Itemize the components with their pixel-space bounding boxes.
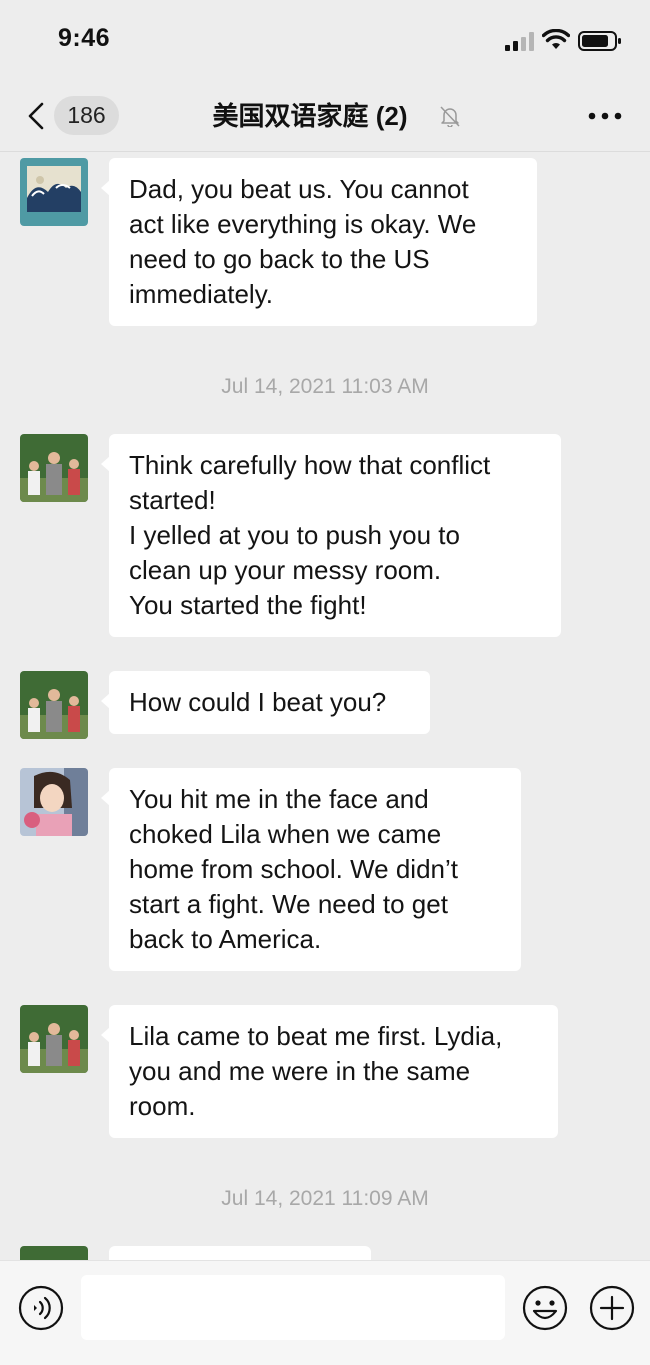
message-line: back to America. xyxy=(129,924,322,954)
bell-slash-icon xyxy=(440,106,460,127)
avatar[interactable] xyxy=(20,434,88,502)
message-line: act like everything is okay. We xyxy=(129,209,477,239)
unread-count-badge[interactable]: 186 xyxy=(54,96,119,135)
message-bubble[interactable]: How could I beat you? xyxy=(101,671,430,734)
message-line: I yelled at you to push you to xyxy=(129,520,460,550)
avatar[interactable] xyxy=(20,671,88,739)
message-line: You started the fight! xyxy=(129,590,367,620)
message-line: Dad, you beat us. You cannot xyxy=(129,174,469,204)
message-input[interactable] xyxy=(81,1275,505,1340)
chevron-left-icon[interactable] xyxy=(26,101,46,131)
message-line: home from school. We didn’t xyxy=(129,854,458,884)
message-line: immediately. xyxy=(129,279,274,309)
avatar[interactable] xyxy=(20,1246,88,1260)
message-bubble[interactable]: Lila came to beat me first. Lydia, you a… xyxy=(101,1005,558,1138)
plus-circle-icon[interactable] xyxy=(589,1285,635,1331)
chat-header: 186 美国双语家庭 (2) xyxy=(0,80,650,152)
message-line: clean up your messy room. xyxy=(129,555,442,585)
message-line: started! xyxy=(129,485,216,515)
message-line: you and me were in the same xyxy=(129,1056,471,1086)
voice-icon[interactable] xyxy=(18,1285,64,1331)
ellipsis-icon[interactable] xyxy=(588,112,622,120)
avatar[interactable] xyxy=(20,158,88,226)
message-line: Think carefully how that conflict xyxy=(129,450,491,480)
message-line: need to go back to the US xyxy=(129,244,430,274)
timestamp: Jul 14, 2021 11:09 AM xyxy=(221,1187,429,1210)
wifi-icon xyxy=(542,29,570,49)
message-bubble[interactable] xyxy=(109,1246,371,1260)
avatar[interactable] xyxy=(20,768,88,836)
message-line: choked Lila when we came xyxy=(129,819,442,849)
emoji-icon[interactable] xyxy=(522,1285,568,1331)
message-line: room. xyxy=(129,1091,196,1121)
avatar[interactable] xyxy=(20,1005,88,1073)
chat-input-bar xyxy=(0,1260,650,1365)
message-bubble[interactable]: Dad, you beat us. You cannot act like ev… xyxy=(101,158,537,326)
status-time: 9:46 xyxy=(58,24,111,52)
message-line: start a fight. We need to get xyxy=(129,889,448,919)
message-bubble[interactable]: You hit me in the face and choked Lila w… xyxy=(101,768,521,971)
message-line: How could I beat you? xyxy=(129,687,387,717)
message-bubble[interactable]: Think carefully how that conflict starte… xyxy=(101,434,561,637)
timestamp: Jul 14, 2021 11:03 AM xyxy=(221,375,429,398)
message-line: You hit me in the face and xyxy=(129,784,429,814)
status-bar: 9:46 xyxy=(0,0,650,80)
battery-icon xyxy=(578,31,621,51)
chat-title: 美国双语家庭 (2) xyxy=(212,101,408,131)
cellular-signal-icon xyxy=(505,32,535,51)
message-line: Lila came to beat me first. Lydia, xyxy=(129,1021,503,1051)
